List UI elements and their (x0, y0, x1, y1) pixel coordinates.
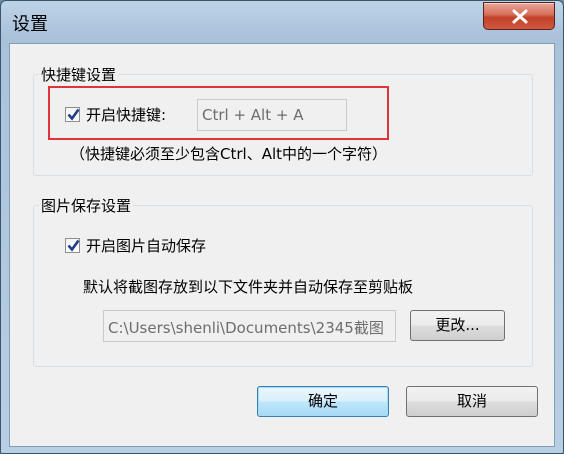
image-group-title: 图片保存设置 (39, 195, 134, 216)
dialog-body: 快捷键设置 开启快捷键: Ctrl + Alt + A （快捷键必须至少包含Ct… (9, 43, 555, 447)
ok-button[interactable]: 确定 (257, 386, 389, 417)
dialog-title: 设置 (12, 14, 48, 35)
save-description: 默认将截图存放到以下文件夹并自动保存至剪贴板 (83, 278, 414, 296)
auto-save-checkbox[interactable] (65, 238, 80, 253)
shortcut-hint: （快捷键必须至少包含Ctrl、Alt中的一个字符） (70, 145, 388, 163)
settings-dialog: 设置 快捷键设置 开启快捷键: Ctrl + Alt + A （快捷键必须至少包… (0, 0, 564, 454)
close-button[interactable] (483, 2, 555, 30)
shortcut-group-title: 快捷键设置 (39, 64, 119, 85)
change-folder-button[interactable]: 更改... (410, 310, 505, 341)
close-x-icon (512, 9, 528, 24)
checkmark-icon (67, 239, 80, 252)
cancel-button[interactable]: 取消 (406, 386, 538, 417)
highlight-box (48, 86, 389, 140)
folder-path-field[interactable]: C:\Users\shenli\Documents\2345截图 (103, 310, 396, 342)
title-bar[interactable]: 设置 (1, 1, 563, 43)
auto-save-label[interactable]: 开启图片自动保存 (86, 235, 206, 256)
folder-path-value: C:\Users\shenli\Documents\2345截图 (108, 319, 384, 337)
